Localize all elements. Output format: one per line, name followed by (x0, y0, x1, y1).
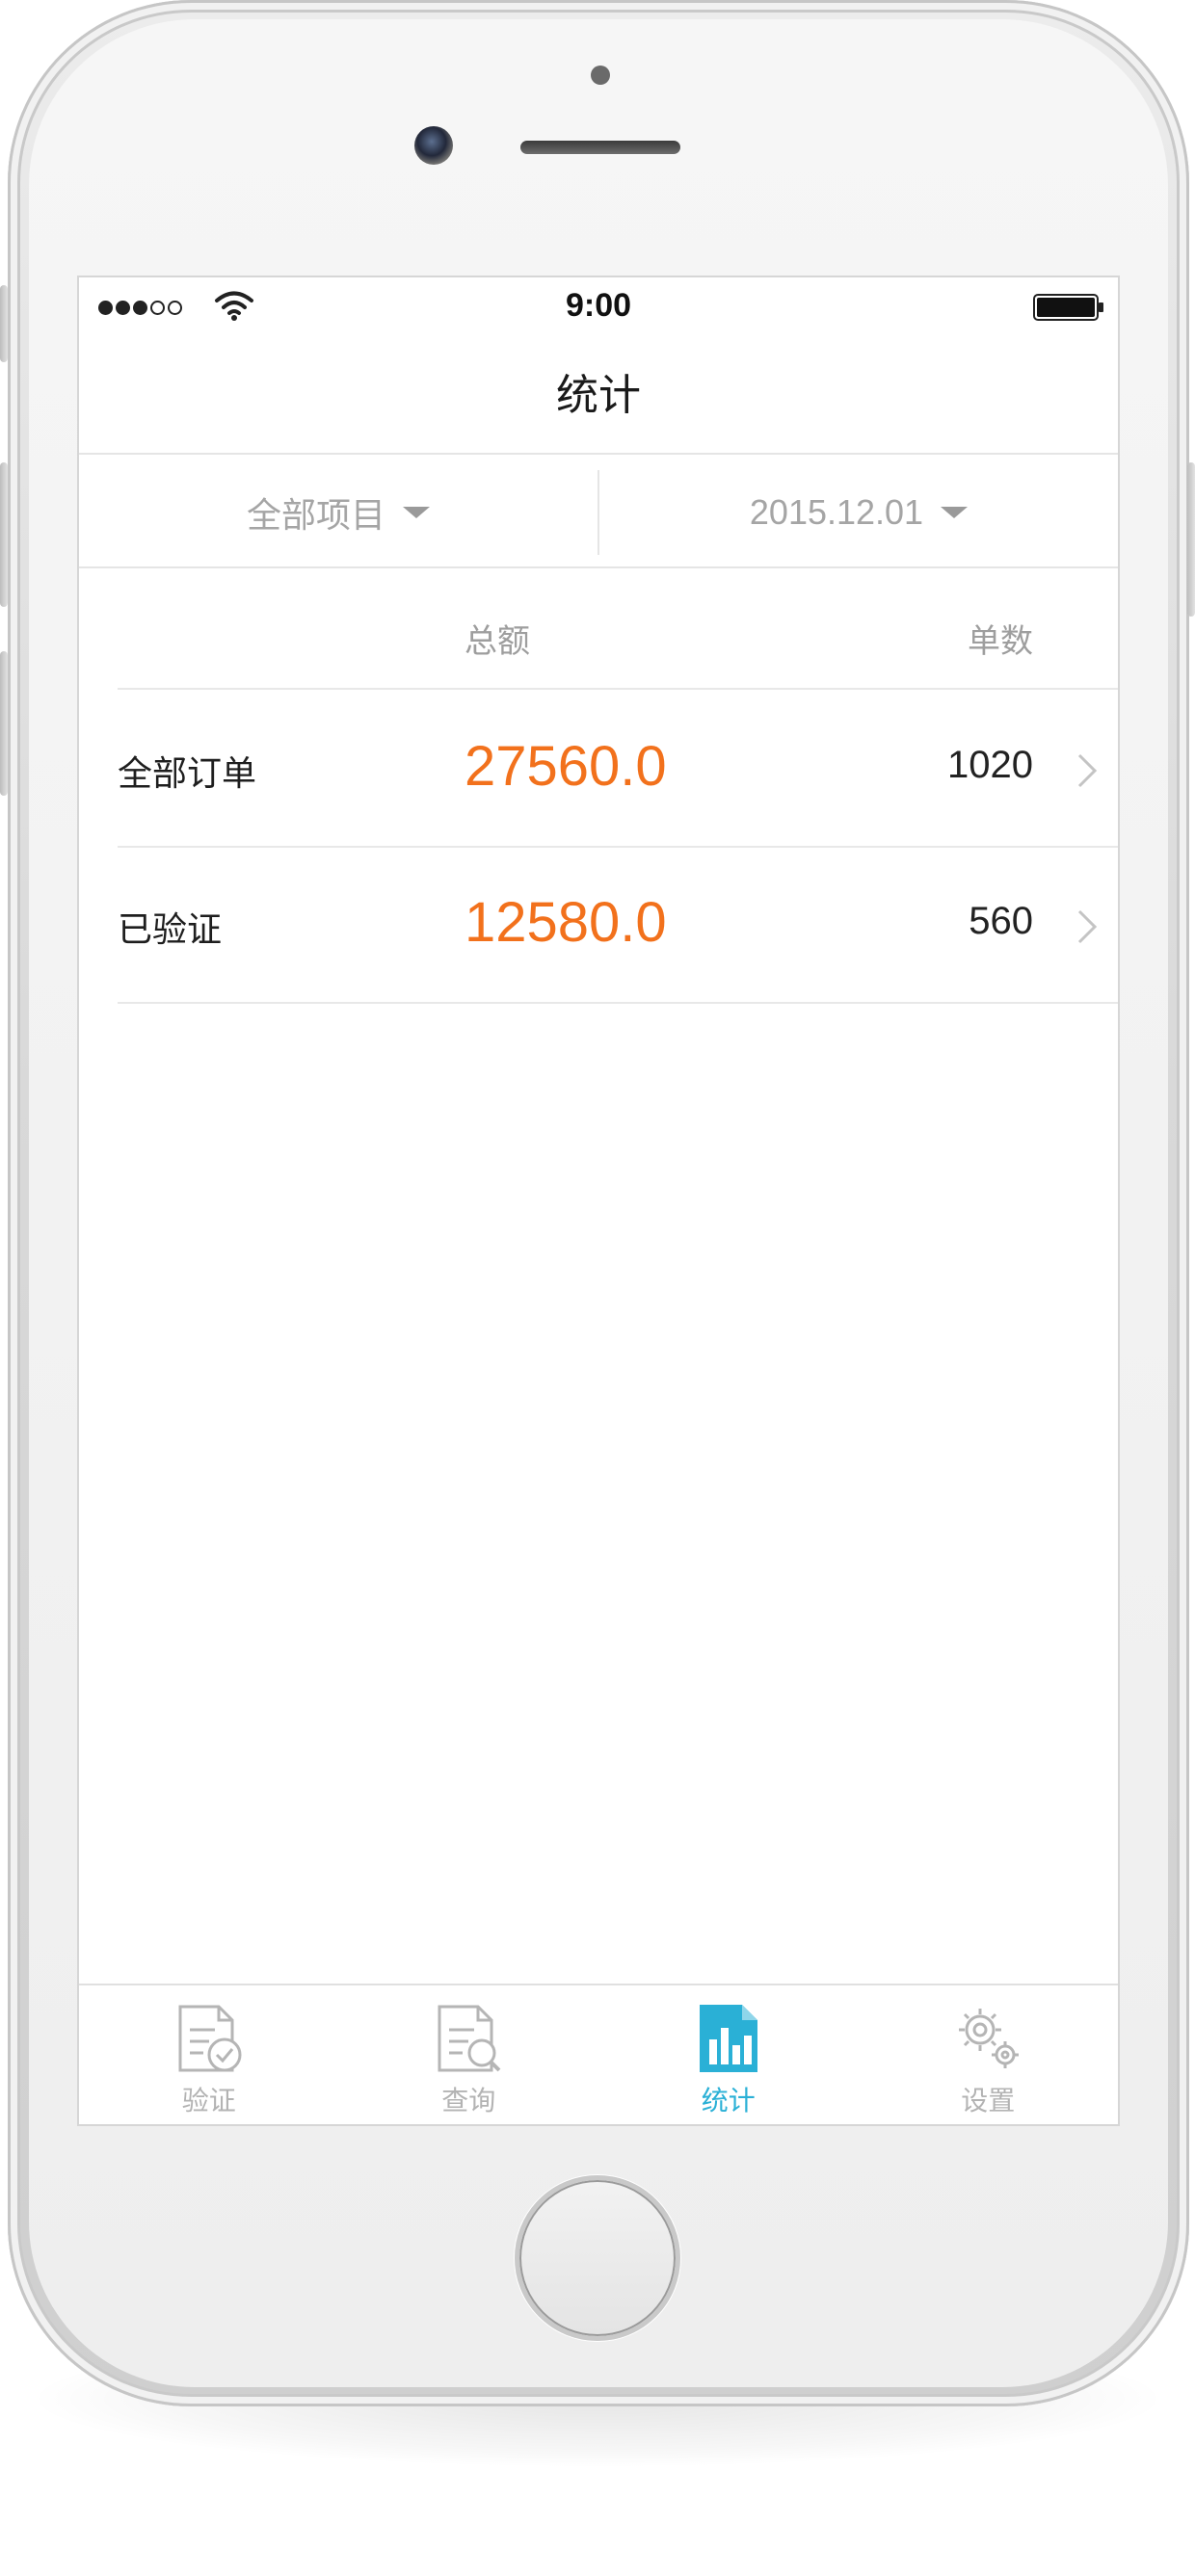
row-amount: 27560.0 (465, 735, 667, 798)
date-filter-dropdown[interactable]: 2015.12.01 (599, 457, 1118, 568)
stats-row-all-orders[interactable]: 全部订单 27560.0 1020 (118, 692, 1118, 848)
caret-down-icon (403, 507, 430, 518)
tab-statistics[interactable]: 统计 (598, 1985, 859, 2124)
row-count: 560 (969, 900, 1033, 942)
tab-label: 验证 (181, 2085, 236, 2116)
home-button[interactable] (515, 2175, 680, 2341)
power-button (1187, 462, 1195, 617)
tab-label: 设置 (961, 2085, 1016, 2116)
bar-chart-document-icon (699, 2005, 757, 2072)
navigation-bar: 统计 (79, 333, 1118, 455)
tab-search[interactable]: 查询 (339, 1985, 599, 2124)
tab-verify[interactable]: 验证 (79, 1985, 339, 2124)
project-filter-dropdown[interactable]: 全部项目 (79, 457, 598, 568)
tab-label: 查询 (441, 2085, 496, 2116)
row-count: 1020 (947, 744, 1033, 786)
row-amount: 12580.0 (465, 891, 667, 954)
battery-full-icon (1033, 294, 1103, 321)
row-label: 全部订单 (118, 754, 257, 794)
front-camera (414, 126, 453, 165)
earpiece-speaker (520, 141, 680, 154)
row-label: 已验证 (118, 910, 223, 950)
proximity-sensor (591, 66, 610, 85)
tab-settings[interactable]: 设置 (859, 1985, 1119, 2124)
tab-label: 统计 (701, 2085, 756, 2116)
chevron-right-icon (1077, 753, 1098, 788)
project-filter-label: 全部项目 (246, 495, 385, 535)
filter-bar: 全部项目 2015.12.01 (79, 457, 1118, 568)
status-bar: 9:00 (79, 277, 1118, 333)
volume-down-button (0, 651, 8, 796)
stats-row-verified[interactable]: 已验证 12580.0 560 (118, 848, 1118, 1004)
document-search-icon (438, 2005, 501, 2072)
tab-bar: 验证 查询 统计 设置 (79, 1984, 1118, 2124)
status-time: 9:00 (565, 287, 632, 324)
header-total-amount: 总额 (465, 622, 530, 661)
chevron-right-icon (1077, 909, 1098, 944)
mute-switch (0, 285, 8, 362)
gears-icon (959, 2009, 1020, 2068)
volume-up-button (0, 462, 8, 607)
page-title: 统计 (556, 371, 641, 420)
date-filter-label: 2015.12.01 (749, 492, 924, 532)
caret-down-icon (941, 507, 969, 518)
app-screen: 9:00 统计 全部项目 2015.12.01 总额 单数 全部订单 27560… (79, 277, 1118, 2124)
header-order-count: 单数 (968, 622, 1033, 661)
document-check-icon (178, 2005, 242, 2072)
stats-table-header: 总额 单数 (118, 599, 1118, 690)
